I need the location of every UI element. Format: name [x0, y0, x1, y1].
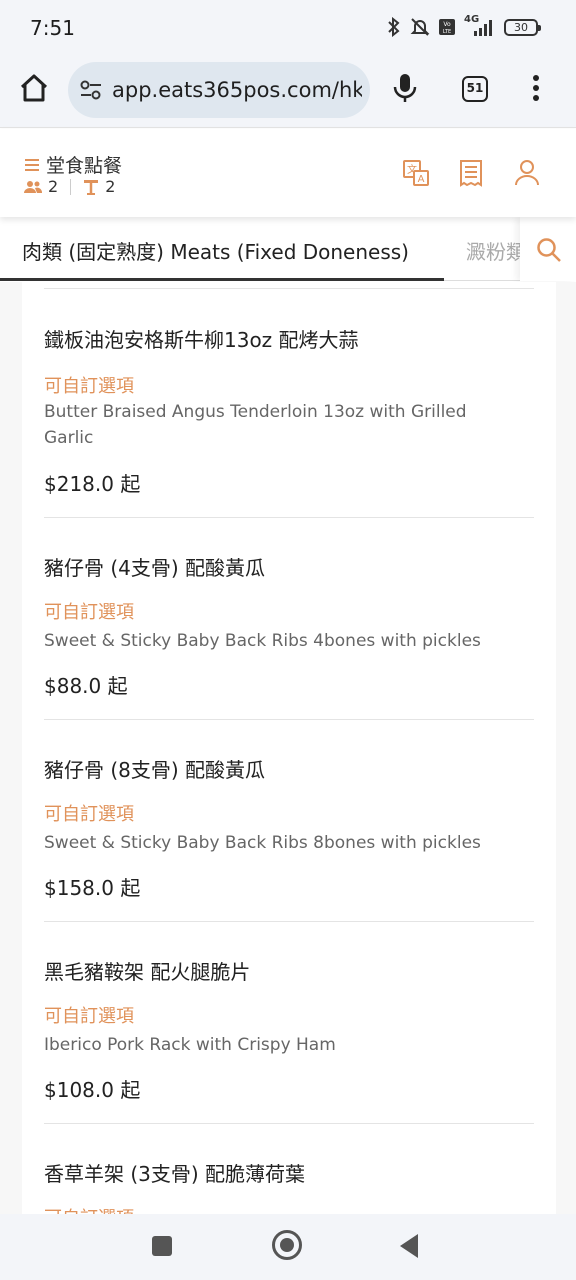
- item-options-label: 可自訂選項: [44, 602, 134, 623]
- url-text: app.eats365pos.com/hk: [112, 78, 362, 102]
- table-count: 2: [105, 177, 116, 196]
- item-price: $218.0 起: [44, 472, 141, 496]
- translate-icon[interactable]: 文A: [402, 159, 430, 187]
- battery-icon: 30: [504, 18, 541, 36]
- item-options-label: 可自訂選項: [44, 1204, 134, 1214]
- recents-button[interactable]: [152, 1236, 172, 1256]
- item-name: 香草羊架 (3支骨) 配脆薄荷葉: [44, 1162, 306, 1186]
- tab-label: 肉類 (固定熟度) Meats (Fixed Doneness): [22, 240, 409, 264]
- system-nav-bar: [0, 1214, 576, 1280]
- guest-count: 2: [48, 177, 59, 196]
- item-options-label: 可自訂選項: [44, 804, 134, 825]
- more-vert-icon[interactable]: [532, 72, 540, 104]
- tab-meats-fixed-doneness[interactable]: 肉類 (固定熟度) Meats (Fixed Doneness): [0, 217, 444, 281]
- tab-switcher-button[interactable]: 51: [462, 76, 488, 102]
- mute-icon: [410, 18, 430, 36]
- bluetooth-icon: [388, 17, 400, 37]
- meta-divider: [70, 178, 72, 195]
- item-price: $158.0 起: [44, 876, 141, 900]
- menu-item[interactable]: 黑毛豬鞍架 配火腿脆片 可自訂選項 Iberico Pork Rack with…: [44, 922, 534, 1124]
- status-icons: Vo LTE 4G 30: [386, 14, 541, 37]
- home-button[interactable]: [272, 1230, 302, 1260]
- svg-text:Vo: Vo: [443, 21, 451, 28]
- tab-starches[interactable]: 澱粉類: [466, 236, 520, 265]
- menu-item[interactable]: 豬仔骨 (4支骨) 配酸黃瓜 可自訂選項 Sweet & Sticky Baby…: [44, 518, 534, 720]
- status-bar: 7:51 Vo LTE 4G 30: [0, 0, 576, 58]
- guests-icon: [24, 180, 42, 193]
- item-name: 豬仔骨 (4支骨) 配酸黃瓜: [44, 556, 266, 580]
- signal-icon: 4G: [464, 14, 496, 37]
- home-icon[interactable]: [18, 72, 50, 104]
- hamburger-icon[interactable]: [24, 158, 40, 172]
- item-description: Sweet & Sticky Baby Back Ribs 4bones wit…: [44, 631, 481, 651]
- item-options-label: 可自訂選項: [44, 1006, 134, 1027]
- status-time: 7:51: [30, 16, 75, 40]
- menu-item[interactable]: 豬仔骨 (8支骨) 配酸黃瓜 可自訂選項 Sweet & Sticky Baby…: [44, 720, 534, 922]
- menu-card: 鐵板油泡安格斯牛柳13oz 配烤大蒜 可自訂選項 Butter Braised …: [22, 282, 556, 1214]
- order-meta: 2 2: [24, 177, 115, 196]
- item-description: Iberico Pork Rack with Crispy Ham: [44, 1035, 336, 1055]
- receipt-icon[interactable]: [458, 159, 484, 187]
- menu-item[interactable]: 香草羊架 (3支骨) 配脆薄荷葉 可自訂選項: [44, 1124, 534, 1214]
- address-bar[interactable]: app.eats365pos.com/hk: [68, 62, 370, 118]
- microphone-icon[interactable]: [392, 72, 418, 104]
- order-type-menu[interactable]: 堂食點餐: [24, 151, 122, 178]
- item-name: 鐵板油泡安格斯牛柳13oz 配烤大蒜: [44, 328, 359, 352]
- category-tabs: 肉類 (固定熟度) Meats (Fixed Doneness) 澱粉類: [0, 217, 576, 281]
- volte-icon: VoLTE: [439, 19, 455, 35]
- menu-item[interactable]: 鐵板油泡安格斯牛柳13oz 配烤大蒜 可自訂選項 Butter Braised …: [44, 288, 534, 518]
- svg-text:A: A: [418, 174, 425, 185]
- table-icon: [84, 179, 99, 195]
- item-price: $88.0 起: [44, 674, 128, 698]
- item-price: $108.0 起: [44, 1078, 141, 1102]
- browser-toolbar: app.eats365pos.com/hk 51: [0, 58, 576, 128]
- item-description: Butter Braised Angus Tenderloin 13oz wit…: [44, 402, 467, 448]
- page-title: 堂食點餐: [46, 155, 123, 177]
- site-settings-icon[interactable]: [80, 80, 102, 100]
- back-button[interactable]: [400, 1234, 418, 1258]
- app-header: 堂食點餐 2 2 文A: [0, 129, 576, 217]
- menu-list-area: 鐵板油泡安格斯牛柳13oz 配烤大蒜 可自訂選項 Butter Braised …: [0, 282, 576, 1214]
- item-options-label: 可自訂選項: [44, 376, 134, 397]
- item-name: 豬仔骨 (8支骨) 配酸黃瓜: [44, 758, 266, 782]
- item-description: Sweet & Sticky Baby Back Ribs 8bones wit…: [44, 833, 481, 853]
- search-icon: [537, 238, 561, 262]
- user-icon[interactable]: [514, 159, 540, 187]
- item-name: 黑毛豬鞍架 配火腿脆片: [44, 960, 251, 984]
- svg-text:LTE: LTE: [443, 29, 451, 35]
- search-button[interactable]: [520, 217, 576, 281]
